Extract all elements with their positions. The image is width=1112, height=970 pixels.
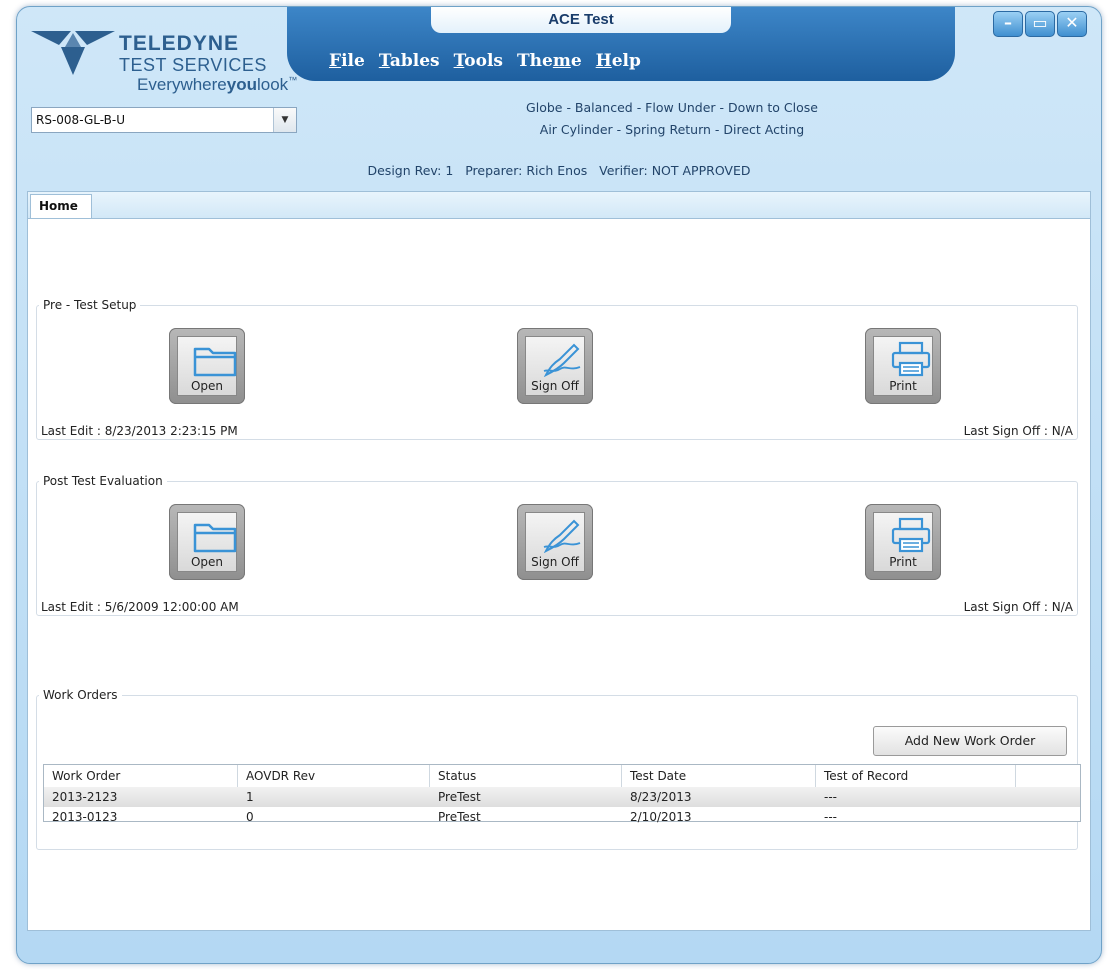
window-title: ACE Test	[431, 7, 731, 33]
pre-test-last-signoff: Last Sign Off : N/A	[963, 424, 1073, 438]
post-test-evaluation-section: Post Test Evaluation Open Sign Off Print…	[36, 474, 1078, 616]
cell-aovdr-rev: 1	[246, 790, 254, 804]
menu-theme[interactable]: Theme	[517, 51, 582, 71]
cell-status: PreTest	[438, 810, 481, 824]
post-test-signoff-button[interactable]: Sign Off	[517, 504, 593, 580]
work-orders-table: Work Order AOVDR Rev Status Test Date Te…	[43, 764, 1081, 824]
column-header-aovdr-rev[interactable]: AOVDR Rev	[238, 765, 430, 787]
cell-test-date: 2/10/2013	[630, 810, 692, 824]
folder-icon	[193, 523, 237, 553]
cell-test-date: 8/23/2013	[630, 790, 692, 804]
app-window: ACE Test File Tables Tools Theme Help – …	[16, 6, 1102, 964]
add-work-order-button[interactable]: Add New Work Order	[873, 726, 1067, 756]
revision-info: Design Rev: 1 Preparer: Rich Enos Verifi…	[367, 163, 751, 178]
teledyne-logo-icon	[31, 31, 115, 75]
valve-select-value: RS-008-GL-B-U	[36, 113, 125, 127]
pre-test-setup-section: Pre - Test Setup Open Sign Off Print Las…	[36, 298, 1078, 440]
post-test-print-button[interactable]: Print	[865, 504, 941, 580]
cell-work-order: 2013-2123	[52, 790, 118, 804]
work-orders-section: Work Orders Add New Work Order Work Orde…	[36, 688, 1081, 850]
cell-work-order: 2013-0123	[52, 810, 118, 824]
pre-test-print-label: Print	[889, 379, 917, 393]
minimize-button[interactable]: –	[993, 11, 1023, 37]
logo-line-division: TEST SERVICES	[119, 55, 267, 75]
column-header-status[interactable]: Status	[430, 765, 622, 787]
menu-tools[interactable]: Tools	[454, 51, 503, 71]
signature-pen-icon	[543, 343, 581, 377]
folder-icon	[193, 347, 237, 377]
work-orders-table-header: Work Order AOVDR Rev Status Test Date Te…	[44, 765, 1080, 788]
close-button[interactable]: ✕	[1057, 11, 1087, 37]
column-header-test-date[interactable]: Test Date	[622, 765, 816, 787]
menu-help[interactable]: Help	[596, 51, 641, 71]
valve-description-line2: Air Cylinder - Spring Return - Direct Ac…	[539, 122, 805, 137]
pre-test-open-label: Open	[190, 379, 224, 393]
table-row[interactable]: 2013-2123 1 PreTest 8/23/2013 ---	[44, 787, 1080, 807]
chevron-down-icon[interactable]: ▼	[273, 108, 296, 132]
pre-test-setup-legend: Pre - Test Setup	[43, 298, 137, 312]
post-test-last-edit: Last Edit : 5/6/2009 12:00:00 AM	[41, 600, 239, 614]
signature-pen-icon	[543, 519, 581, 553]
logo-tagline: Everywhereyoulook™	[137, 75, 298, 94]
cell-test-of-record: ---	[824, 810, 837, 824]
cell-test-of-record: ---	[824, 790, 837, 804]
pre-test-last-edit: Last Edit : 8/23/2013 2:23:15 PM	[41, 424, 238, 438]
post-test-signoff-label: Sign Off	[531, 555, 579, 569]
post-test-evaluation-legend: Post Test Evaluation	[43, 474, 163, 488]
menu-file[interactable]: File	[329, 51, 365, 71]
tab-home[interactable]: Home	[30, 194, 92, 218]
printer-icon	[891, 517, 931, 553]
pre-test-signoff-label: Sign Off	[531, 379, 579, 393]
pre-test-print-button[interactable]: Print	[865, 328, 941, 404]
pre-test-open-button[interactable]: Open	[169, 328, 245, 404]
post-test-last-signoff: Last Sign Off : N/A	[963, 600, 1073, 614]
menu-bar: File Tables Tools Theme Help	[329, 51, 641, 71]
column-header-test-of-record[interactable]: Test of Record	[816, 765, 1016, 787]
work-orders-legend: Work Orders	[43, 688, 118, 702]
post-test-print-label: Print	[889, 555, 917, 569]
column-header-work-order[interactable]: Work Order	[44, 765, 238, 787]
pre-test-signoff-button[interactable]: Sign Off	[517, 328, 593, 404]
printer-icon	[891, 341, 931, 377]
valve-select[interactable]: RS-008-GL-B-U ▼	[31, 107, 297, 133]
table-row[interactable]: 2013-0123 0 PreTest 2/10/2013 ---	[44, 807, 1080, 827]
post-test-open-label: Open	[190, 555, 224, 569]
post-test-open-button[interactable]: Open	[169, 504, 245, 580]
main-content: Home Pre - Test Setup Open Sign Off Prin…	[27, 191, 1091, 931]
cell-aovdr-rev: 0	[246, 810, 254, 824]
menu-tables[interactable]: Tables	[379, 51, 440, 71]
cell-status: PreTest	[438, 790, 481, 804]
maximize-button[interactable]: ▭	[1025, 11, 1055, 37]
valve-description-line1: Globe - Balanced - Flow Under - Down to …	[526, 100, 818, 115]
valve-description: Globe - Balanced - Flow Under - Down to …	[447, 97, 897, 141]
tab-strip: Home	[28, 192, 1090, 219]
teledyne-logo: TELEDYNE TEST SERVICES Everywhereyoulook…	[31, 23, 301, 94]
logo-line-company: TELEDYNE	[119, 32, 240, 55]
window-controls: – ▭ ✕	[993, 11, 1087, 37]
